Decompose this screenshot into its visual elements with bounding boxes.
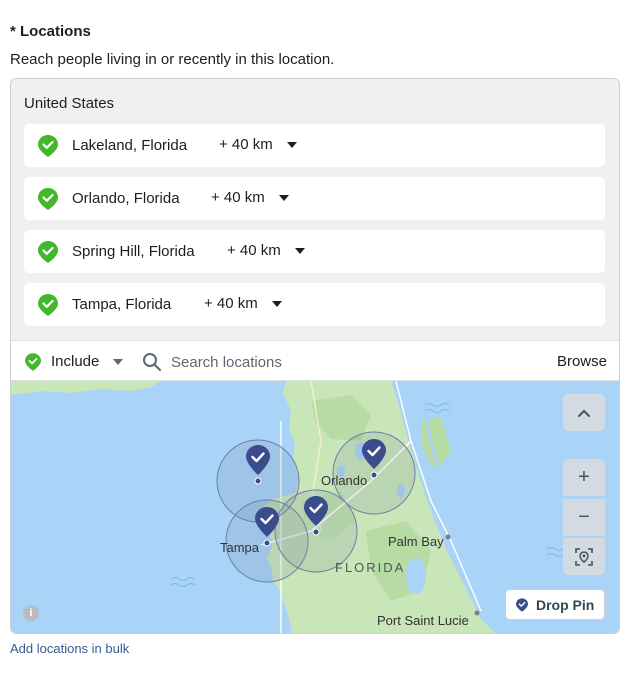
zoom-out-button[interactable]: − bbox=[563, 499, 605, 536]
zoom-in-button[interactable]: + bbox=[563, 459, 605, 496]
locations-heading: * Locations bbox=[10, 23, 91, 40]
check-pin-icon bbox=[38, 135, 58, 157]
chevron-down-icon[interactable] bbox=[272, 301, 282, 307]
country-label: United States bbox=[24, 95, 115, 112]
pin-icon bbox=[516, 598, 528, 612]
location-row-tampa[interactable]: Tampa, Florida + 40 km bbox=[24, 283, 605, 326]
browse-button[interactable]: Browse bbox=[557, 353, 607, 370]
map-label-port-saint-lucie: Port Saint Lucie bbox=[377, 613, 469, 628]
location-name: Spring Hill, Florida bbox=[72, 243, 195, 260]
drop-pin-button[interactable]: Drop Pin bbox=[505, 589, 605, 620]
location-radius[interactable]: + 40 km bbox=[227, 242, 281, 259]
check-pin-icon bbox=[38, 188, 58, 210]
chevron-down-icon[interactable] bbox=[113, 359, 123, 365]
plus-icon: + bbox=[578, 466, 590, 488]
map-label-orlando: Orlando bbox=[321, 473, 368, 488]
map-pin-spring-hill-icon[interactable] bbox=[246, 445, 270, 487]
check-pin-icon bbox=[25, 353, 41, 371]
location-name: Lakeland, Florida bbox=[72, 137, 188, 154]
include-dropdown[interactable]: Include bbox=[51, 353, 99, 370]
location-row-spring-hill[interactable]: Spring Hill, Florida + 40 km bbox=[24, 230, 605, 273]
location-row-orlando[interactable]: Orlando, Florida + 40 km bbox=[24, 177, 605, 220]
collapse-map-button[interactable] bbox=[563, 394, 605, 431]
location-radius[interactable]: + 40 km bbox=[219, 136, 273, 153]
map-label-tampa: Tampa bbox=[220, 540, 260, 555]
locations-panel: United States Lakeland, Florida + 40 km … bbox=[10, 78, 620, 634]
chevron-down-icon[interactable] bbox=[295, 248, 305, 254]
chevron-down-icon[interactable] bbox=[287, 142, 297, 148]
search-icon bbox=[143, 353, 161, 371]
check-pin-icon bbox=[38, 241, 58, 263]
check-pin-icon bbox=[38, 294, 58, 316]
map-label-palm-bay: Palm Bay bbox=[388, 534, 444, 549]
add-locations-in-bulk-link[interactable]: Add locations in bulk bbox=[10, 641, 129, 656]
include-search-bar: Include Browse bbox=[11, 340, 619, 381]
location-radius[interactable]: + 40 km bbox=[211, 189, 265, 206]
chevron-down-icon[interactable] bbox=[279, 195, 289, 201]
locate-icon bbox=[575, 547, 593, 566]
chevron-up-icon bbox=[578, 409, 590, 417]
location-row-lakeland[interactable]: Lakeland, Florida + 40 km bbox=[24, 124, 605, 167]
search-locations-input[interactable] bbox=[171, 349, 511, 375]
minus-icon: − bbox=[578, 506, 590, 528]
location-map[interactable]: Orlando Tampa Palm Bay FLORIDA Port Sain… bbox=[11, 381, 619, 633]
map-label-florida: FLORIDA bbox=[335, 560, 406, 575]
location-name: Orlando, Florida bbox=[72, 190, 180, 207]
locate-button[interactable] bbox=[563, 538, 605, 575]
location-name: Tampa, Florida bbox=[72, 296, 172, 313]
info-icon[interactable]: i bbox=[23, 605, 39, 621]
locations-subtext: Reach people living in or recently in th… bbox=[10, 51, 335, 68]
drop-pin-label: Drop Pin bbox=[536, 597, 595, 613]
map-pin-lakeland-icon[interactable] bbox=[304, 496, 328, 538]
location-radius[interactable]: + 40 km bbox=[204, 295, 258, 312]
